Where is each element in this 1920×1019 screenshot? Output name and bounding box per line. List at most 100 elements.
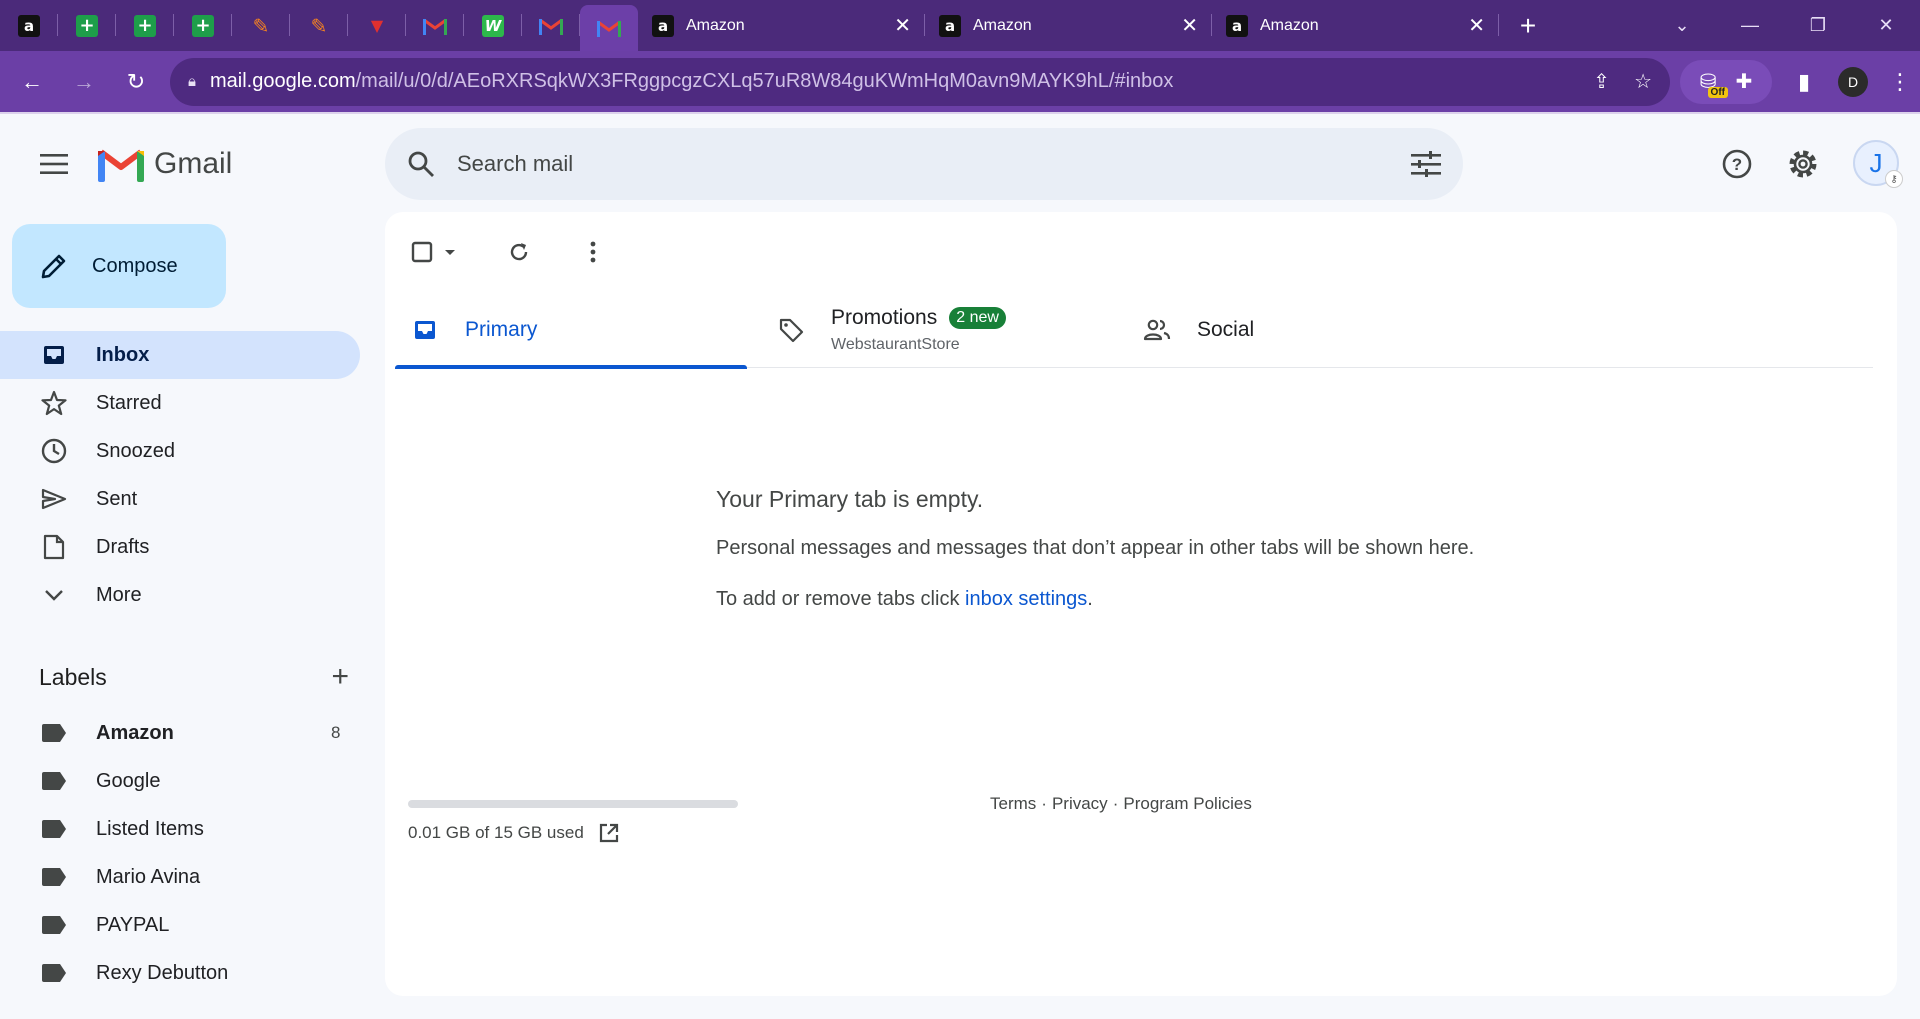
- search-icon[interactable]: [407, 150, 435, 178]
- refresh-button[interactable]: [507, 232, 531, 272]
- pen-icon: ✎: [252, 13, 270, 38]
- address-bar[interactable]: 🔒︎ mail.google.com/mail/u/0/d/AEoRXRSqkW…: [170, 57, 1670, 106]
- terms-link[interactable]: Terms: [990, 794, 1036, 814]
- sidebar-item-sent[interactable]: Sent: [0, 475, 360, 523]
- empty-state: Your Primary tab is empty. Personal mess…: [716, 486, 1474, 611]
- pinned-tab-sheets[interactable]: +: [116, 0, 174, 51]
- pinned-tab-green[interactable]: W: [464, 0, 522, 51]
- sidebar-item-snoozed[interactable]: Snoozed: [0, 427, 360, 475]
- sidebar-item-more[interactable]: More: [0, 571, 360, 619]
- more-menu-icon[interactable]: ⋮: [1880, 62, 1920, 102]
- close-icon[interactable]: ✕: [1468, 13, 1485, 38]
- settings-gear-icon[interactable]: [1783, 144, 1823, 184]
- back-button[interactable]: ←: [12, 62, 52, 102]
- browser-toolbar: ← → ↻ 🔒︎ mail.google.com/mail/u/0/d/AEoR…: [0, 51, 1920, 114]
- search-input[interactable]: Search mail: [457, 151, 1411, 177]
- program-policies-link[interactable]: Program Policies: [1123, 794, 1252, 814]
- sidebar-item-drafts[interactable]: Drafts: [0, 523, 360, 571]
- hamburger-icon: [40, 154, 68, 174]
- extension-off-icon[interactable]: ⛁ Off: [1690, 64, 1728, 100]
- url-host: mail.google.com: [209, 70, 356, 92]
- more-actions-button[interactable]: [589, 232, 597, 272]
- gmail-header: Gmail Search mail ? J ⚷: [0, 116, 1920, 212]
- label-name: Rexy Debutton: [96, 961, 229, 984]
- forward-button[interactable]: →: [64, 62, 104, 102]
- open-external-icon[interactable]: [598, 822, 620, 844]
- pinned-tab-red[interactable]: ▼: [348, 0, 406, 51]
- sidebar-item-inbox[interactable]: Inbox: [0, 331, 360, 379]
- new-tab-button[interactable]: +: [1499, 10, 1557, 42]
- close-icon[interactable]: ✕: [1181, 13, 1198, 38]
- account-avatar[interactable]: J ⚷: [1853, 140, 1903, 188]
- sheets-icon: +: [134, 14, 156, 37]
- amazon-icon: a: [652, 14, 674, 37]
- label-item-google[interactable]: Google: [0, 757, 360, 805]
- restore-button[interactable]: ❐: [1784, 15, 1852, 36]
- search-options-icon[interactable]: [1411, 151, 1441, 177]
- bookmark-star-icon[interactable]: ☆: [1634, 69, 1652, 94]
- tab-label: Primary: [465, 318, 538, 341]
- gmail-logo-text: Gmail: [154, 147, 233, 180]
- pinned-tab-gmail-active[interactable]: [580, 5, 638, 51]
- label-item-amazon[interactable]: Amazon 8: [0, 709, 360, 757]
- label-item-mario-avina[interactable]: Mario Avina: [0, 853, 360, 901]
- browser-tab[interactable]: a Amazon ✕: [1212, 0, 1499, 51]
- avatar-initial: J: [1869, 147, 1883, 178]
- puzzle-icon[interactable]: ✚: [1726, 64, 1762, 100]
- tab-search-icon[interactable]: ⌄: [1648, 15, 1716, 36]
- privacy-link[interactable]: Privacy: [1052, 794, 1108, 814]
- people-icon: [1143, 316, 1171, 344]
- label-name: Listed Items: [96, 817, 204, 840]
- pinned-tab-orange[interactable]: ✎: [290, 0, 348, 51]
- pinned-tab-amazon[interactable]: a: [0, 0, 58, 51]
- key-icon: ⚷: [1885, 170, 1903, 188]
- tab-promotions[interactable]: Promotions 2 new WebstaurantStore: [747, 292, 1127, 368]
- label-item-listed-items[interactable]: Listed Items: [0, 805, 360, 853]
- clock-icon: [40, 437, 68, 465]
- label-icon: [42, 772, 66, 790]
- label-icon: [42, 964, 66, 982]
- caret-down-icon[interactable]: [441, 246, 459, 258]
- sidebar-item-label: Snoozed: [96, 439, 175, 462]
- tab-label: Social: [1197, 318, 1255, 341]
- tab-social[interactable]: Social: [1127, 292, 1479, 368]
- profile-avatar[interactable]: D: [1838, 66, 1868, 97]
- sidebar-item-label: Inbox: [96, 343, 150, 366]
- lock-icon[interactable]: 🔒︎: [188, 73, 196, 90]
- label-name: Mario Avina: [96, 865, 201, 888]
- pinned-tab-gmail[interactable]: [522, 0, 580, 51]
- pinned-tab-orange[interactable]: ✎: [232, 0, 290, 51]
- label-item-paypal[interactable]: PAYPAL: [0, 901, 360, 949]
- close-window-button[interactable]: ✕: [1852, 15, 1920, 36]
- checkbox-icon: [411, 241, 433, 263]
- pinned-tab-gmail[interactable]: [406, 0, 464, 51]
- search-bar[interactable]: Search mail: [385, 128, 1463, 200]
- browser-tab[interactable]: a Amazon ✕: [638, 0, 925, 51]
- main-menu-button[interactable]: [30, 140, 78, 188]
- share-icon[interactable]: ⇪: [1593, 69, 1610, 94]
- label-name: PAYPAL: [96, 913, 170, 936]
- hint-suffix: .: [1087, 588, 1093, 610]
- url-text[interactable]: mail.google.com/mail/u/0/d/AEoRXRSqkWX3F…: [210, 70, 1569, 93]
- minimize-button[interactable]: —: [1716, 15, 1784, 36]
- label-name: Amazon: [96, 721, 174, 744]
- pencil-icon: [41, 254, 66, 279]
- side-panel-icon[interactable]: ▮: [1784, 62, 1824, 102]
- pinned-tab-sheets[interactable]: +: [58, 0, 116, 51]
- help-icon[interactable]: ?: [1717, 144, 1757, 184]
- footer-separator: ·: [1112, 794, 1119, 813]
- tab-title: Amazon: [686, 16, 745, 34]
- select-all-checkbox[interactable]: [411, 232, 459, 272]
- pinned-tab-sheets[interactable]: +: [174, 0, 232, 51]
- inbox-settings-link[interactable]: inbox settings: [965, 588, 1087, 610]
- green-w-icon: W: [482, 14, 504, 37]
- reload-button[interactable]: ↻: [116, 62, 156, 102]
- compose-button[interactable]: Compose: [12, 224, 226, 308]
- label-item-rexy-debutton[interactable]: Rexy Debutton: [0, 949, 360, 997]
- close-icon[interactable]: ✕: [894, 13, 911, 38]
- browser-tab[interactable]: a Amazon ✕: [925, 0, 1212, 51]
- gmail-logo[interactable]: Gmail: [98, 146, 232, 182]
- sidebar-item-starred[interactable]: Starred: [0, 379, 360, 427]
- add-label-button[interactable]: +: [331, 660, 349, 694]
- tab-primary[interactable]: Primary: [395, 292, 747, 369]
